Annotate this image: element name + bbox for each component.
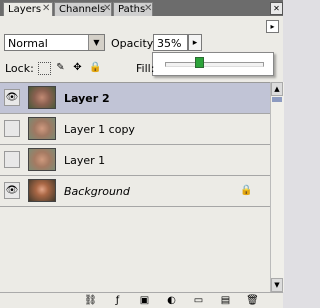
tab-channels[interactable]: Channels ✕ (54, 2, 112, 16)
tab-channels-label: Channels (59, 4, 106, 15)
layer-row[interactable]: 👁 Layer 2 (0, 83, 270, 114)
eye-icon[interactable]: 👁 (4, 182, 20, 199)
layer-thumbnail (28, 179, 56, 202)
panel-menu-button[interactable]: ▸ (266, 20, 279, 33)
layers-bottom-toolbar: ⛓ ƒ ▣ ◐ ▭ ▤ 🗑 (0, 292, 283, 308)
tab-paths-label: Paths (118, 4, 146, 15)
layers-list: 👁 Layer 2 Layer 1 copy Layer 1 👁 Backgro… (0, 82, 270, 293)
chevron-down-icon[interactable]: ▼ (88, 35, 104, 50)
layer-row[interactable]: 👁 Background 🔒 (0, 176, 270, 207)
eye-icon[interactable]: 👁 (4, 89, 20, 106)
close-icon[interactable]: ✕ (144, 3, 152, 15)
opacity-label: Opacity: (111, 37, 157, 50)
close-icon[interactable]: ✕ (42, 3, 50, 15)
visibility-toggle[interactable] (4, 120, 20, 137)
layer-name: Layer 1 copy (64, 123, 135, 136)
lock-image-pixels-icon[interactable]: ✎ (55, 62, 66, 73)
layer-mask-icon[interactable]: ▣ (138, 295, 151, 306)
tab-layers-label: Layers (8, 4, 42, 15)
layers-scrollbar[interactable]: ▲ ▼ (270, 82, 284, 292)
scroll-up-button[interactable]: ▲ (271, 82, 283, 96)
lock-position-icon[interactable]: ✥ (72, 62, 83, 73)
layer-name: Layer 1 (64, 154, 106, 167)
opacity-input[interactable]: 35% (153, 34, 188, 51)
lock-transparent-pixels-icon[interactable] (38, 62, 51, 75)
opacity-value: 35% (157, 37, 182, 50)
adjustment-layer-icon[interactable]: ◐ (165, 295, 178, 306)
layer-thumbnail (28, 148, 56, 171)
new-layer-icon[interactable]: ▤ (219, 295, 232, 306)
opacity-slider-thumb[interactable] (195, 57, 204, 68)
lock-label: Lock: (5, 62, 34, 75)
scroll-down-button[interactable]: ▼ (271, 278, 283, 292)
visibility-toggle[interactable] (4, 151, 20, 168)
new-group-icon[interactable]: ▭ (192, 295, 205, 306)
layer-row[interactable]: Layer 1 (0, 145, 270, 176)
layers-panel: Layers ✕ Channels ✕ Paths ✕ ✕ ▸ Normal ▼ Op… (0, 0, 284, 308)
layer-row[interactable]: Layer 1 copy (0, 114, 270, 145)
blend-mode-value: Normal (8, 37, 48, 50)
layer-name: Layer 2 (64, 92, 110, 105)
opacity-slider-toggle[interactable]: ▸ (188, 34, 202, 51)
lock-all-icon[interactable]: 🔒 (89, 62, 101, 73)
tab-layers[interactable]: Layers ✕ (3, 2, 53, 16)
lock-icon: 🔒 (240, 185, 253, 196)
layer-name: Background (64, 185, 130, 198)
tab-paths[interactable]: Paths ✕ (113, 2, 153, 16)
close-icon[interactable]: ✕ (103, 3, 111, 15)
layer-style-icon[interactable]: ƒ (111, 295, 124, 306)
trash-icon[interactable]: 🗑 (246, 295, 259, 306)
close-panel-icon[interactable]: ✕ (270, 2, 283, 15)
scroll-thumb[interactable] (272, 97, 282, 102)
layer-thumbnail (28, 117, 56, 140)
link-layers-icon[interactable]: ⛓ (84, 295, 97, 306)
opacity-slider-track[interactable] (165, 62, 264, 67)
opacity-slider-popup (152, 52, 274, 76)
blend-mode-select[interactable]: Normal ▼ (4, 34, 105, 51)
layer-thumbnail (28, 86, 56, 109)
fill-label: Fill: (136, 62, 155, 75)
